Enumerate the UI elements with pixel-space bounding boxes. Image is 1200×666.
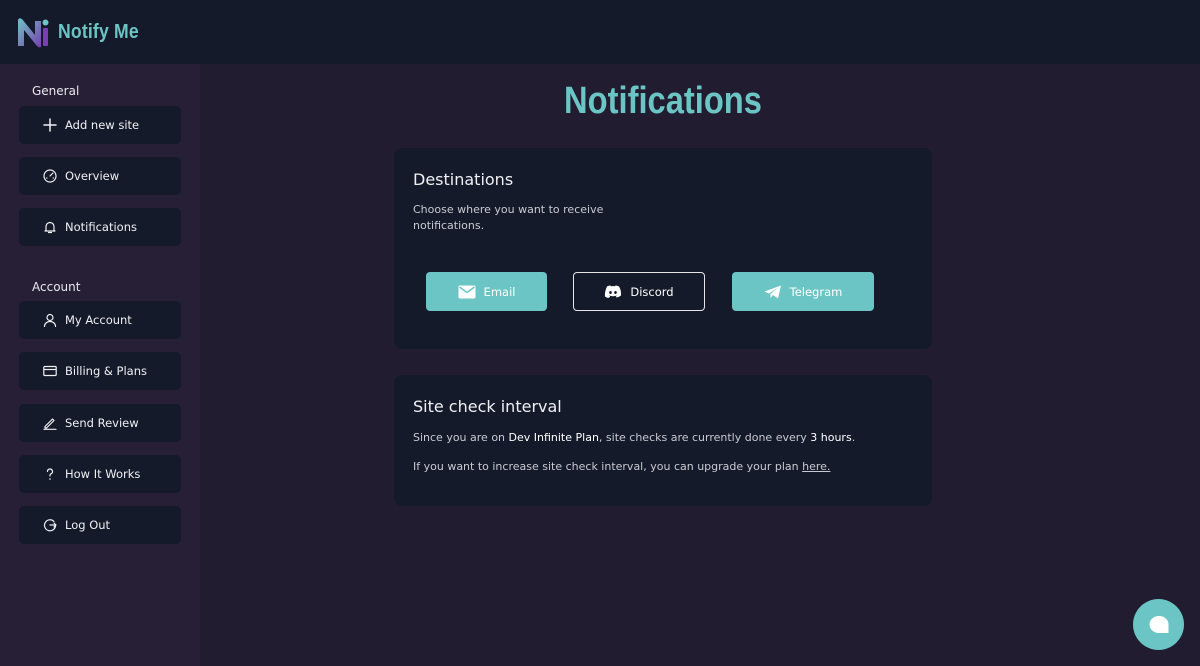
discord-button-label: Discord	[630, 284, 674, 299]
destinations-card: Destinations Choose where you want to re…	[394, 148, 932, 349]
top-bar: Notify Me	[0, 0, 1200, 64]
chat-bubble-icon	[1149, 615, 1168, 633]
sidebar-section-general: General	[32, 84, 80, 98]
sidebar-item-label: How It Works	[65, 467, 141, 481]
plan-name: Dev Infinite Plan	[508, 431, 599, 444]
sidebar-item-label: Billing & Plans	[65, 364, 147, 378]
sidebar-item-label: Log Out	[65, 518, 111, 532]
interval-text-prefix: Since you are on	[413, 431, 509, 444]
upgrade-plan-link[interactable]: here.	[802, 460, 830, 473]
sidebar-item-log-out[interactable]: Log Out	[19, 506, 181, 544]
mail-icon	[458, 285, 476, 299]
destinations-subtitle: Choose where you want to receive notific…	[413, 203, 604, 232]
telegram-button[interactable]: Telegram	[732, 272, 874, 311]
sidebar-item-label: Send Review	[65, 416, 139, 430]
sidebar-item-label: Notifications	[65, 220, 137, 234]
sidebar-item-overview[interactable]: Overview	[19, 157, 181, 195]
question-icon	[43, 467, 57, 481]
telegram-button-label: Telegram	[789, 284, 843, 299]
plus-icon	[43, 118, 57, 132]
sidebar-item-notifications[interactable]: Notifications	[19, 208, 181, 246]
upgrade-text: If you want to increase site check inter…	[413, 460, 803, 473]
sidebar-item-billing-plans[interactable]: Billing & Plans	[19, 352, 181, 390]
interval-value: 3 hours	[810, 431, 852, 444]
sidebar-section-account: Account	[32, 280, 81, 294]
page-title: Notifications	[564, 80, 762, 122]
email-button-label: Email	[483, 284, 516, 299]
chat-widget-button[interactable]	[1133, 599, 1184, 650]
gauge-icon	[43, 169, 57, 183]
sidebar-item-label: Overview	[65, 169, 120, 183]
discord-icon	[604, 285, 622, 299]
app-name[interactable]: Notify Me	[58, 21, 139, 44]
logout-icon	[43, 518, 57, 532]
sidebar-item-add-new-site[interactable]: Add new site	[19, 106, 181, 144]
sidebar: General Add new site Overview Notificati…	[0, 64, 200, 666]
interval-text-suffix: .	[851, 431, 856, 444]
bell-icon	[43, 220, 57, 234]
logo-icon[interactable]	[16, 15, 50, 49]
interval-text-middle: , site checks are currently done every	[598, 431, 811, 444]
telegram-icon	[764, 285, 782, 299]
sidebar-item-label: Add new site	[65, 118, 140, 132]
sidebar-item-how-it-works[interactable]: How It Works	[19, 455, 181, 493]
upgrade-description: If you want to increase site check inter…	[413, 460, 830, 473]
interval-card: Site check interval Since you are on Dev…	[394, 375, 932, 506]
interval-title: Site check interval	[413, 397, 562, 416]
destinations-title: Destinations	[413, 170, 514, 189]
email-button[interactable]: Email	[426, 272, 547, 311]
sidebar-item-my-account[interactable]: My Account	[19, 301, 181, 339]
sidebar-item-label: My Account	[65, 313, 132, 327]
credit-card-icon	[43, 364, 57, 378]
sidebar-item-send-review[interactable]: Send Review	[19, 404, 181, 442]
pen-icon	[43, 416, 57, 430]
discord-button[interactable]: Discord	[573, 272, 705, 311]
interval-description: Since you are on Dev Infinite Plan, site…	[413, 431, 855, 444]
user-icon	[43, 313, 57, 327]
